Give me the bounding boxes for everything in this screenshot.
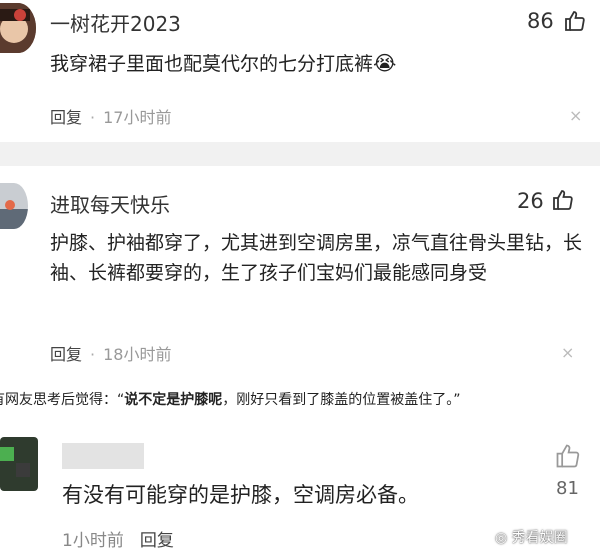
comment-text: 护膝、护袖都穿了，尤其进到空调房里，凉气直往骨头里钻，长袖、长裤都要穿的，生了孩… [50,232,583,284]
divider [0,142,600,166]
article-caption: 有网友思考后觉得：“说不定是护膝呢，刚好只看到了膝盖的位置被盖住了。” [0,389,461,409]
thumbs-up-icon[interactable] [551,188,575,212]
comment-text: 我穿裙子里面也配莫代尔的七分打底裤😭 [50,48,570,79]
reply-button[interactable]: 回复 [140,531,174,551]
comment-meta: 回复 · 17小时前 [50,108,172,127]
watermark: ◎ 秀看娱圈 [495,527,568,547]
watermark-text: 秀看娱圈 [511,530,568,546]
caption-suffix: ，刚好只看到了膝盖的位置被盖住了。” [222,392,461,408]
caption-highlight: 说不定是护膝呢 [124,392,223,408]
watermark-logo-icon: ◎ [495,530,508,546]
comment-meta: 回复 · 18小时前 [50,345,172,364]
like-count: 81 [556,478,579,499]
comment-meta: 1小时前 回复 [62,526,174,551]
avatar[interactable] [0,437,38,491]
thumbs-up-icon[interactable] [554,442,582,470]
close-icon[interactable]: × [569,106,582,125]
timestamp: 17小时前 [103,108,172,127]
caption-prefix: 有网友思考后觉得：“ [0,392,125,408]
crying-emoji-icon: 😭 [373,51,397,75]
comment-text-content: 我穿裙子里面也配莫代尔的七分打底裤 [50,53,374,75]
comment-username[interactable]: 一树花开2023 [50,8,181,37]
comment-username[interactable]: 进取每天快乐 [50,189,170,218]
reply-button[interactable]: 回复 [50,345,82,364]
avatar[interactable] [0,3,36,53]
reply-button[interactable]: 回复 [50,108,82,127]
timestamp: 1小时前 [62,531,124,551]
thumbs-up-icon[interactable] [563,9,587,33]
comment-text: 有没有可能穿的是护膝，空调房必备。 [62,483,419,507]
close-icon[interactable]: × [561,343,574,362]
like-count: 86 [527,9,554,33]
blurred-username [62,443,144,469]
timestamp: 18小时前 [103,345,172,364]
avatar[interactable] [0,183,28,229]
like-count: 26 [517,189,544,213]
